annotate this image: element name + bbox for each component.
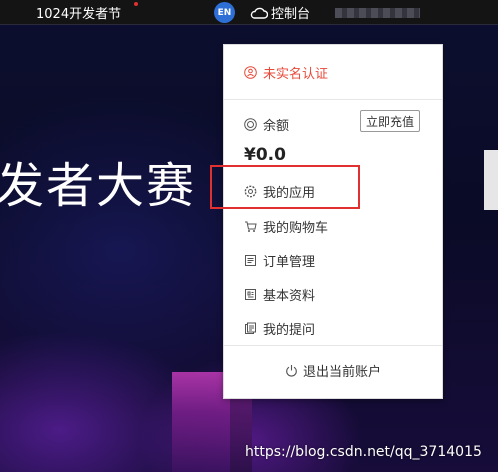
top-navbar: 1024开发者节 EN 控制台 [0,0,498,25]
order-icon [245,255,256,266]
logout-button[interactable]: 退出当前账户 [224,361,442,380]
menu-item-label: 订单管理 [263,255,316,270]
notification-dot [134,2,138,6]
language-switch[interactable]: EN [214,2,235,23]
watermark-url: https://blog.csdn.net/qq_3714015 [245,444,482,460]
coin-icon [244,118,257,131]
menu-item-profile[interactable]: 基本资料 [244,285,315,304]
menu-item-cart[interactable]: 我的购物车 [244,217,328,236]
user-icon [244,66,257,79]
console-label: 控制台 [271,7,311,22]
username-redacted[interactable] [335,8,420,18]
verify-label: 未实名认证 [263,67,329,82]
balance-label: 余额 [263,119,290,134]
verify-identity-link[interactable]: 未实名认证 [244,63,328,82]
menu-divider [224,345,442,346]
festival-link[interactable]: 1024开发者节 [36,3,121,22]
menu-item-label: 基本资料 [263,289,316,304]
page-edge-panel [484,150,498,210]
annotation-highlight-box [210,165,360,209]
balance-row: 余额 [244,115,289,134]
console-link[interactable]: 控制台 [250,3,310,22]
menu-divider [224,99,442,100]
cart-icon [245,221,257,232]
menu-item-label: 我的提问 [263,323,316,338]
profile-icon [245,289,256,300]
hero-title: 发者大赛 [0,158,197,214]
logout-label: 退出当前账户 [302,365,381,380]
menu-item-label: 我的购物车 [263,221,329,236]
cloud-icon [250,7,268,19]
menu-item-orders[interactable]: 订单管理 [244,251,315,270]
power-icon [286,365,297,377]
user-dropdown-menu: 未实名认证 余额 立即充值 ¥0.0 我的应用 我的购物车 订单管理 基本资料 … [223,44,443,399]
menu-item-questions[interactable]: 我的提问 [244,319,315,338]
question-icon [245,322,256,334]
hero-building-graphic [172,372,230,472]
balance-amount: ¥0.0 [244,145,286,165]
recharge-button[interactable]: 立即充值 [360,110,420,132]
